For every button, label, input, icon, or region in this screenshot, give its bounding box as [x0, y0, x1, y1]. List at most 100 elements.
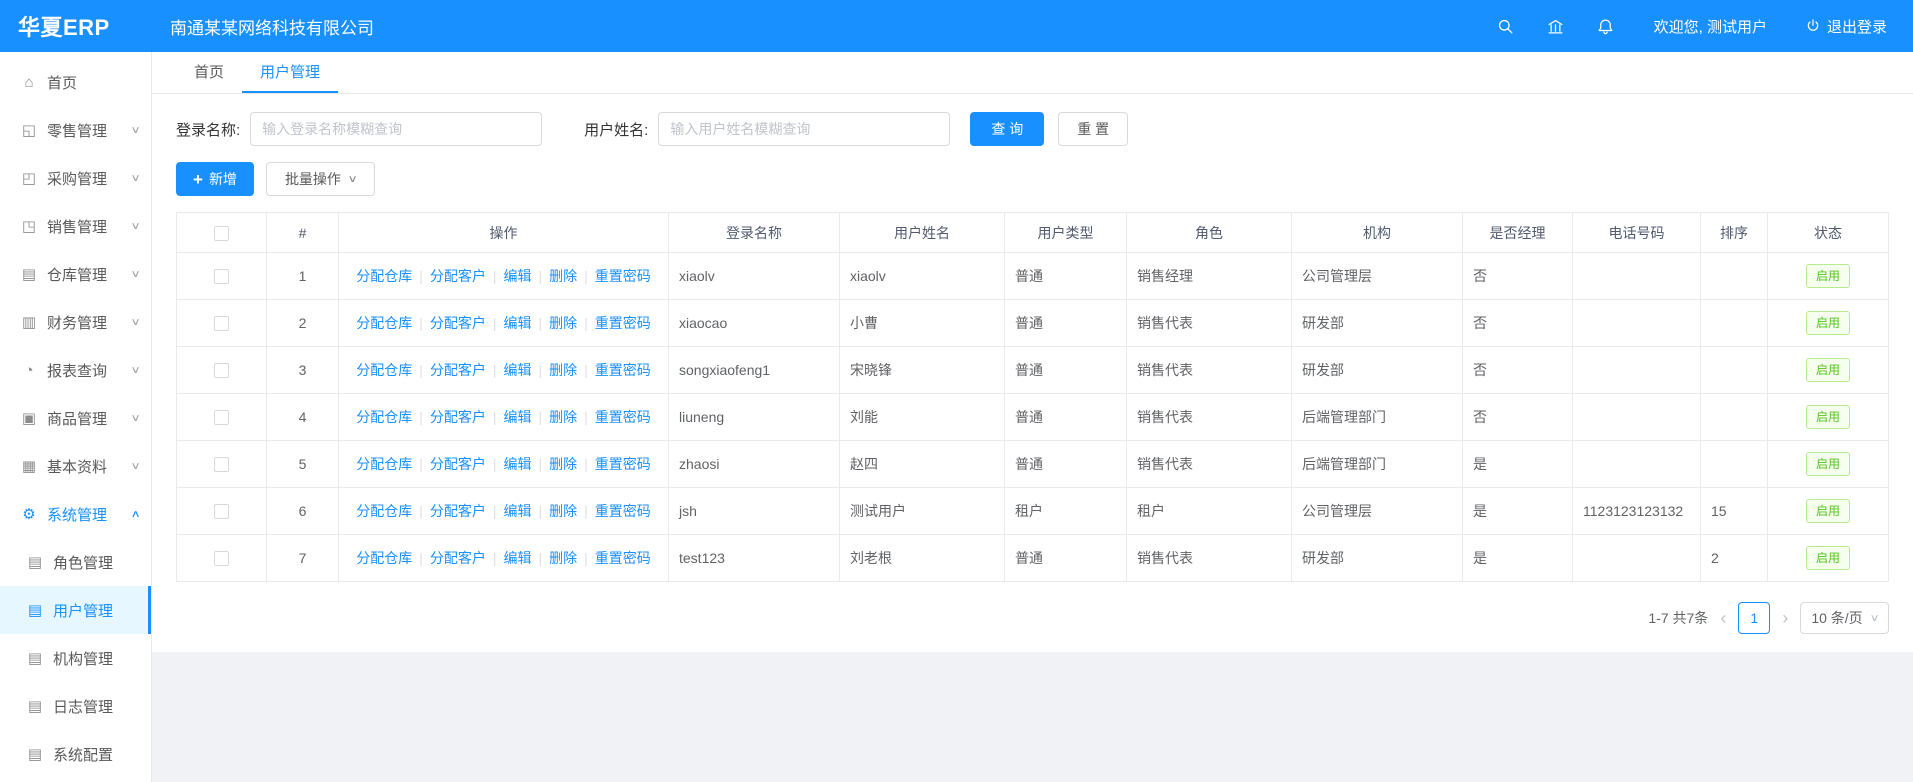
delete-link[interactable]: 删除 [549, 315, 577, 331]
user-name-cell: 宋晓锋 [840, 347, 1005, 394]
status-badge[interactable]: 启用 [1806, 405, 1850, 429]
assign-warehouse-link[interactable]: 分配仓库 [356, 409, 412, 425]
sidebar-item-report[interactable]: ◔报表查询∨ [0, 346, 151, 394]
edit-link[interactable]: 编辑 [504, 456, 532, 472]
sidebar-item-purchase[interactable]: ◰采购管理∨ [0, 154, 151, 202]
status-badge[interactable]: 启用 [1806, 358, 1850, 382]
edit-link[interactable]: 编辑 [504, 409, 532, 425]
row-checkbox[interactable] [214, 363, 229, 378]
select-all-checkbox[interactable] [214, 226, 229, 241]
pagination: 1-7 共7条 ‹ 1 › 10 条/页 ∨ [176, 602, 1889, 634]
operation-separator: | [419, 268, 423, 284]
row-checkbox[interactable] [214, 316, 229, 331]
app-logo[interactable]: 华夏ERP [0, 10, 152, 42]
tab-home[interactable]: 首页 [176, 52, 242, 93]
delete-link[interactable]: 删除 [549, 409, 577, 425]
assign-warehouse-link[interactable]: 分配仓库 [356, 503, 412, 519]
sidebar-item-role-management[interactable]: ▤角色管理 [0, 538, 151, 586]
delete-link[interactable]: 删除 [549, 456, 577, 472]
assign-warehouse-link[interactable]: 分配仓库 [356, 315, 412, 331]
is-manager-cell: 是 [1463, 441, 1573, 488]
assign-customer-link[interactable]: 分配客户 [430, 550, 486, 566]
assign-warehouse-link[interactable]: 分配仓库 [356, 268, 412, 284]
sidebar-item-org-management[interactable]: ▤机构管理 [0, 634, 151, 682]
table-row: 4分配仓库|分配客户|编辑|删除|重置密码liuneng刘能普通销售代表后端管理… [177, 394, 1889, 441]
next-page-icon[interactable]: › [1780, 609, 1790, 627]
login-name-input[interactable] [250, 112, 542, 146]
status-badge[interactable]: 启用 [1806, 311, 1850, 335]
assign-warehouse-link[interactable]: 分配仓库 [356, 362, 412, 378]
login-name-cell: jsh [669, 488, 840, 535]
organization-cell: 研发部 [1292, 347, 1463, 394]
user-type-cell: 普通 [1005, 394, 1127, 441]
assign-customer-link[interactable]: 分配客户 [430, 456, 486, 472]
delete-link[interactable]: 删除 [549, 268, 577, 284]
assign-warehouse-link[interactable]: 分配仓库 [356, 550, 412, 566]
assign-customer-link[interactable]: 分配客户 [430, 362, 486, 378]
reset-password-link[interactable]: 重置密码 [595, 362, 651, 378]
delete-link[interactable]: 删除 [549, 550, 577, 566]
reset-password-link[interactable]: 重置密码 [595, 550, 651, 566]
edit-link[interactable]: 编辑 [504, 362, 532, 378]
sidebar-item-basedata[interactable]: ▦基本资料∨ [0, 442, 151, 490]
row-checkbox[interactable] [214, 269, 229, 284]
status-badge[interactable]: 启用 [1806, 499, 1850, 523]
reset-password-link[interactable]: 重置密码 [595, 409, 651, 425]
logout-button[interactable]: 退出登录 [1805, 16, 1887, 37]
sidebar-item-system[interactable]: ⚙系统管理∧ [0, 490, 151, 538]
assign-customer-link[interactable]: 分配客户 [430, 315, 486, 331]
sidebar-item-warehouse[interactable]: ▤仓库管理∨ [0, 250, 151, 298]
sidebar-item-sales[interactable]: ◳销售管理∨ [0, 202, 151, 250]
edit-link[interactable]: 编辑 [504, 268, 532, 284]
assign-customer-link[interactable]: 分配客户 [430, 268, 486, 284]
edit-link[interactable]: 编辑 [504, 503, 532, 519]
operation-separator: | [493, 456, 497, 472]
reset-password-link[interactable]: 重置密码 [595, 315, 651, 331]
sidebar-item-goods[interactable]: ▣商品管理∨ [0, 394, 151, 442]
user-name-input[interactable] [658, 112, 950, 146]
sidebar-item-home[interactable]: ⌂首页 [0, 58, 151, 106]
phone-number-cell [1573, 253, 1701, 300]
sidebar-item-finance[interactable]: ▥财务管理∨ [0, 298, 151, 346]
add-button[interactable]: + 新增 [176, 162, 254, 196]
status-badge[interactable]: 启用 [1806, 452, 1850, 476]
page-size-select[interactable]: 10 条/页 ∨ [1800, 602, 1889, 634]
delete-link[interactable]: 删除 [549, 503, 577, 519]
tab-user-management[interactable]: 用户管理 [242, 52, 338, 93]
prev-page-icon[interactable]: ‹ [1718, 609, 1728, 627]
sidebar-item-system-config[interactable]: ▤系统配置 [0, 730, 151, 778]
platform-icon[interactable] [1546, 16, 1566, 36]
search-button[interactable]: 查 询 [970, 112, 1044, 146]
search-icon[interactable] [1496, 16, 1516, 36]
user-table: #操作登录名称用户姓名用户类型角色机构是否经理电话号码排序状态 1分配仓库|分配… [176, 212, 1889, 582]
status-badge[interactable]: 启用 [1806, 264, 1850, 288]
delete-link[interactable]: 删除 [549, 362, 577, 378]
edit-link[interactable]: 编辑 [504, 550, 532, 566]
purchase-icon: ◰ [20, 169, 38, 187]
reset-password-link[interactable]: 重置密码 [595, 268, 651, 284]
operation-separator: | [493, 315, 497, 331]
reset-button[interactable]: 重 置 [1058, 112, 1128, 146]
current-page[interactable]: 1 [1738, 602, 1770, 634]
sidebar-item-user-management[interactable]: ▤用户管理 [0, 586, 151, 634]
row-checkbox[interactable] [214, 551, 229, 566]
assign-customer-link[interactable]: 分配客户 [430, 503, 486, 519]
reset-password-link[interactable]: 重置密码 [595, 503, 651, 519]
edit-link[interactable]: 编辑 [504, 315, 532, 331]
reset-password-link[interactable]: 重置密码 [595, 456, 651, 472]
phone-number-cell [1573, 535, 1701, 582]
assign-customer-link[interactable]: 分配客户 [430, 409, 486, 425]
row-checkbox[interactable] [214, 504, 229, 519]
row-checkbox[interactable] [214, 457, 229, 472]
status-badge[interactable]: 启用 [1806, 546, 1850, 570]
company-name: 南通某某网络科技有限公司 [152, 14, 374, 39]
row-checkbox-cell [177, 300, 267, 347]
bell-icon[interactable] [1596, 16, 1616, 36]
sidebar-item-log-management[interactable]: ▤日志管理 [0, 682, 151, 730]
phone-number-cell [1573, 394, 1701, 441]
sidebar-item-retail[interactable]: ◱零售管理∨ [0, 106, 151, 154]
table-row: 7分配仓库|分配客户|编辑|删除|重置密码test123刘老根普通销售代表研发部… [177, 535, 1889, 582]
assign-warehouse-link[interactable]: 分配仓库 [356, 456, 412, 472]
row-checkbox[interactable] [214, 410, 229, 425]
batch-operation-button[interactable]: 批量操作 ∨ [266, 162, 375, 196]
